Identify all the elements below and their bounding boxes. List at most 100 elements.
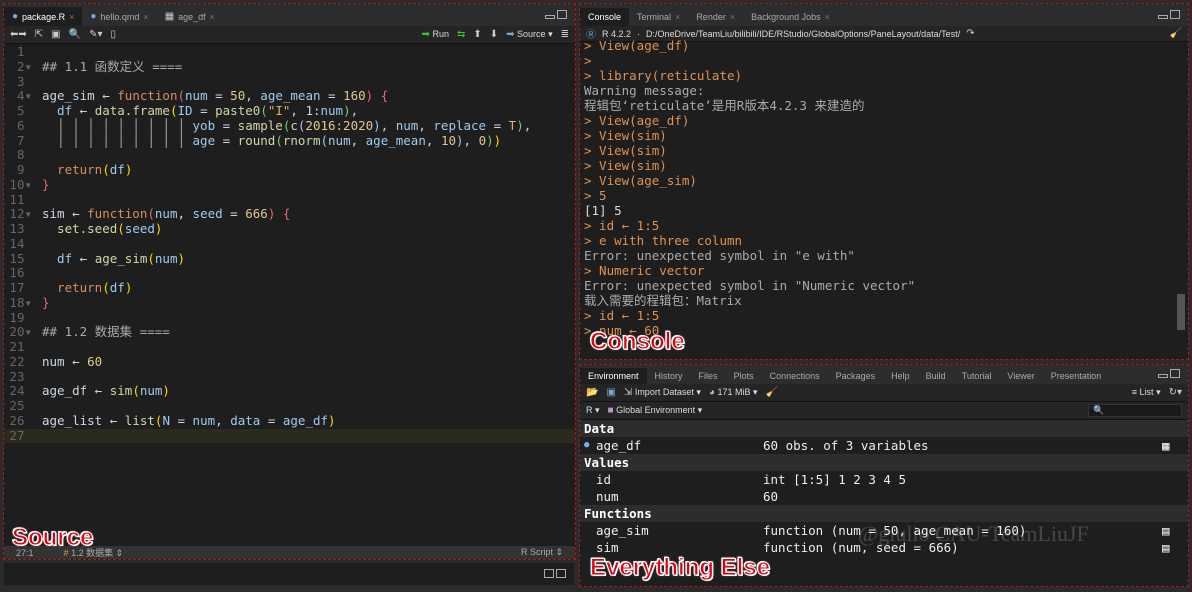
console-scrollbar[interactable]	[1177, 294, 1185, 330]
env-row[interactable]: id int [1:5] 1 2 3 4 5	[580, 471, 1188, 488]
minimize-icon[interactable]	[545, 15, 555, 19]
code-line[interactable]: 16	[4, 265, 575, 281]
back-forward-icon[interactable]: ⬅➡	[10, 29, 27, 40]
window-buttons[interactable]	[1158, 369, 1180, 378]
tab-help[interactable]: Help	[883, 368, 918, 384]
maximize-icon[interactable]	[557, 10, 567, 19]
code-line[interactable]: 26 age_list ← list(N = num, data = age_d…	[4, 412, 575, 429]
code-line[interactable]: 21	[4, 339, 575, 355]
code-line[interactable]: 3	[4, 74, 575, 90]
scope-select[interactable]: ■ Global Environment ▾	[608, 405, 703, 416]
language-select[interactable]: R ▾	[586, 405, 600, 416]
view-function-icon[interactable]: ▤	[1162, 522, 1188, 539]
tab-terminal[interactable]: Terminal ×	[629, 8, 688, 26]
up-arrow-icon[interactable]: ⬆	[473, 29, 481, 40]
code-line[interactable]: 5 df ← data.frame(ID = paste0("I", 1: num…	[4, 103, 575, 119]
code-line[interactable]: 9 return(df)	[4, 162, 575, 178]
code-line[interactable]: 8	[4, 147, 575, 163]
clear-console-icon[interactable]: 🧹	[1170, 28, 1182, 39]
tab-history[interactable]: History	[647, 368, 691, 384]
save-workspace-icon[interactable]: ▣	[606, 387, 615, 398]
code-line[interactable]: 10▾}	[4, 177, 575, 193]
code-line[interactable]: 14	[4, 236, 575, 252]
code-line[interactable]: 13 set.seed(seed)	[4, 221, 575, 237]
code-line[interactable]: 2▾ ## 1.1 函数定义 ====	[4, 59, 575, 75]
close-icon[interactable]: ×	[675, 12, 680, 22]
console-output[interactable]: > View(age_df) > > library(reticulate) Warn…	[580, 38, 1188, 338]
close-icon[interactable]: ×	[143, 12, 148, 22]
tab-console[interactable]: Console	[580, 8, 630, 26]
minimize-icon[interactable]	[1158, 374, 1168, 378]
tab-render[interactable]: Render ×	[688, 8, 743, 26]
restore-icon[interactable]	[544, 569, 554, 578]
close-icon[interactable]: ×	[730, 12, 735, 22]
run-button[interactable]: ➡ Run	[422, 29, 449, 40]
view-table-icon[interactable]: ▦	[1162, 437, 1188, 454]
minimize-icon[interactable]	[1158, 15, 1168, 19]
import-dataset-button[interactable]: ⇲ Import Dataset ▾	[624, 387, 701, 398]
code-line[interactable]: 22 num ← 60	[4, 354, 575, 370]
magic-wand-icon[interactable]: ✎▾	[89, 29, 102, 40]
expand-icon[interactable]: ●	[584, 437, 596, 454]
code-editor[interactable]: 1 2▾ ## 1.1 函数定义 ==== 3 4▾ age_sim ← functi…	[4, 44, 575, 444]
tab-background-jobs[interactable]: Background Jobs ×	[743, 8, 838, 26]
close-icon[interactable]: ×	[210, 12, 215, 22]
close-icon[interactable]: ×	[825, 12, 830, 22]
outline-icon[interactable]: ≣	[561, 29, 569, 40]
env-row[interactable]: num 60	[580, 488, 1188, 505]
code-line[interactable]: 19	[4, 310, 575, 326]
tab-package-r[interactable]: ● package.R ×	[4, 7, 83, 26]
close-icon[interactable]: ×	[69, 12, 74, 22]
env-row[interactable]: ● age_df 60 obs. of 3 variables ▦	[580, 437, 1188, 454]
load-workspace-icon[interactable]: 📂	[586, 387, 598, 398]
refresh-icon[interactable]: ↻▾	[1169, 387, 1182, 398]
tab-presentation[interactable]: Presentation	[1043, 368, 1110, 384]
tab-environment[interactable]: Environment	[580, 368, 647, 384]
search-icon[interactable]: 🔍	[69, 29, 81, 40]
code-line[interactable]: 4▾ age_sim ← function(num = 50, age_mean …	[4, 88, 575, 104]
compile-report-icon[interactable]: ▯	[110, 29, 116, 40]
code-line[interactable]: 23	[4, 369, 575, 385]
save-icon[interactable]: ▣	[51, 29, 60, 40]
code-line[interactable]: 15 df ← age_sim(num)	[4, 251, 575, 267]
tab-age-df[interactable]: ▦ age_df ×	[157, 7, 223, 26]
maximize-icon[interactable]	[556, 569, 566, 578]
show-in-window-icon[interactable]: ⇱	[35, 29, 43, 40]
window-buttons[interactable]	[544, 569, 566, 578]
code-line[interactable]: 6 │ │ │ │ │ │ │ │ │ yob = sample(c(2016:…	[4, 118, 575, 134]
line-number: 5	[16, 103, 32, 118]
code-line[interactable]: 18▾}	[4, 295, 575, 311]
code-line[interactable]: 7 │ │ │ │ │ │ │ │ │ age = round(rnorm(nu…	[4, 133, 575, 149]
window-buttons[interactable]	[1158, 10, 1180, 19]
code-token: data	[230, 412, 261, 428]
code-line[interactable]: 17 return(df)	[4, 280, 575, 296]
tab-files[interactable]: Files	[691, 368, 726, 384]
tab-hello-qmd[interactable]: ● hello.qmd ×	[82, 7, 156, 26]
view-function-icon[interactable]: ▤	[1162, 539, 1188, 556]
tab-plots[interactable]: Plots	[726, 368, 762, 384]
code-line[interactable]: 11	[4, 192, 575, 208]
filetype-select[interactable]: R Script ⇕	[521, 547, 563, 558]
search-input[interactable]: 🔍	[1088, 404, 1182, 417]
view-mode-select[interactable]: ≡ List ▾	[1132, 387, 1161, 398]
maximize-icon[interactable]	[1170, 369, 1180, 378]
window-buttons[interactable]	[545, 10, 567, 19]
code-line[interactable]: 27	[4, 428, 575, 444]
tab-connections[interactable]: Connections	[762, 368, 828, 384]
rerun-icon[interactable]: ⇆	[457, 29, 465, 40]
code-line[interactable]: 20▾ ## 1.2 数据集 ====	[4, 324, 575, 340]
goto-directory-icon[interactable]: ↷	[966, 28, 974, 39]
down-arrow-icon[interactable]: ⬇	[490, 29, 498, 40]
tab-build[interactable]: Build	[918, 368, 954, 384]
code-line[interactable]: 25	[4, 398, 575, 414]
code-line[interactable]: 1	[4, 44, 575, 60]
code-line[interactable]: 12▾ sim ← function(num, seed = 666) {	[4, 206, 575, 222]
broom-icon[interactable]: 🧹	[766, 387, 778, 398]
tab-packages[interactable]: Packages	[828, 368, 884, 384]
tab-tutorial[interactable]: Tutorial	[954, 368, 1000, 384]
tab-viewer[interactable]: Viewer	[999, 368, 1042, 384]
source-button[interactable]: ➡ Source ▾	[506, 29, 552, 40]
code-line[interactable]: 24 age_df ← sim(num)	[4, 383, 575, 399]
maximize-icon[interactable]	[1170, 10, 1180, 19]
memory-usage[interactable]: ◕ 171 MiB ▾	[709, 387, 758, 398]
